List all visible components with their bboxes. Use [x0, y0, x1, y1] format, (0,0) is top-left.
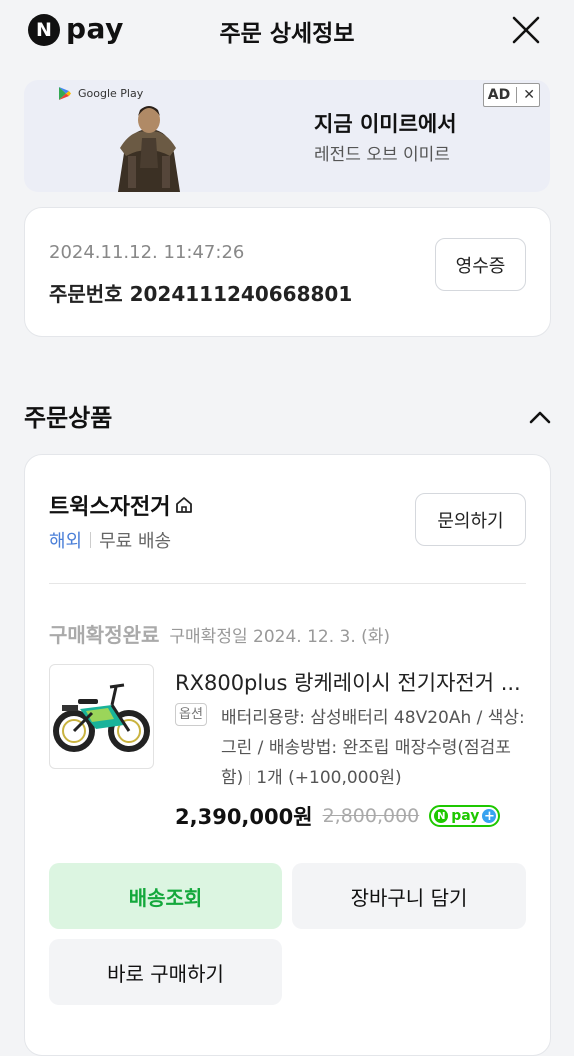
ad-badge: AD ✕: [482, 83, 540, 107]
option-divider: [249, 771, 251, 785]
order-number-value: 2024111240668801: [129, 282, 353, 306]
top-bar: N pay 주문 상세정보: [0, 0, 574, 60]
npay-text: pay: [451, 808, 480, 824]
npay-plus-badge: N pay +: [429, 805, 501, 827]
price-row: 2,390,000원 2,800,000 N pay +: [175, 801, 501, 831]
order-number: 주문번호 2024111240668801: [49, 278, 352, 307]
section-title-ordered-items: 주문상품: [24, 404, 113, 432]
status-label: 구매확정완료: [49, 623, 160, 647]
home-icon: [176, 497, 193, 513]
ad-close-button[interactable]: ✕: [523, 87, 535, 103]
close-icon: [512, 16, 540, 44]
game-character-illustration: [118, 106, 180, 192]
plus-icon: +: [482, 808, 497, 824]
ad-subtitle: 레전드 오브 이미르: [314, 145, 450, 165]
order-number-label: 주문번호: [49, 282, 123, 306]
meta-divider: [90, 532, 92, 548]
store-name-label: 트윅스자전거: [49, 495, 171, 520]
store-divider: [49, 583, 526, 584]
ebike-image: [53, 683, 150, 752]
collapse-toggle[interactable]: [526, 404, 554, 432]
sale-price: 2,390,000원: [175, 805, 313, 829]
option-details: 배터리용량: 삼성배터리 48V20Ah / 색상: 그린 / 배송방법: 완조…: [221, 703, 531, 793]
product-card: 트윅스자전거 해외 무료 배송 문의하기 구매확정완료 구매확정일 2024. …: [24, 454, 551, 1056]
buy-now-button[interactable]: 바로 구매하기: [49, 939, 282, 1005]
order-datetime: 2024.11.12. 11:47:26: [49, 242, 245, 263]
close-button[interactable]: [508, 12, 544, 48]
product-thumbnail[interactable]: [49, 664, 154, 769]
add-to-cart-button[interactable]: 장바구니 담기: [292, 863, 526, 929]
inquiry-button[interactable]: 문의하기: [415, 493, 526, 546]
overseas-tag: 해외: [49, 531, 83, 552]
ad-banner[interactable]: Google Play 지금 이미르에서 레전드 오브 이미르 AD ✕: [24, 80, 550, 192]
confirm-date: 구매확정일 2024. 12. 3. (화): [169, 627, 391, 647]
npay-n-mark: N: [434, 809, 449, 823]
google-play-icon: [59, 87, 71, 100]
shipping-info: 무료 배송: [99, 531, 172, 552]
page-title: 주문 상세정보: [219, 21, 355, 47]
store-meta: 해외 무료 배송: [49, 527, 171, 553]
option-tag: 옵션: [175, 703, 207, 726]
product-name[interactable]: RX800plus 랑케레이시 전기자전거 ...: [175, 667, 525, 697]
chevron-up-icon: [529, 411, 551, 424]
order-info-card: 2024.11.12. 11:47:26 주문번호 20241112406688…: [24, 207, 551, 337]
ad-label: AD: [487, 87, 511, 103]
option-quantity: 1개 (+100,000원): [256, 768, 402, 788]
ad-title: 지금 이미르에서: [314, 112, 457, 136]
track-delivery-button[interactable]: 배송조회: [49, 863, 282, 929]
store-name[interactable]: 트윅스자전거: [49, 489, 194, 521]
ad-badge-divider: [516, 87, 518, 103]
original-price: 2,800,000: [322, 805, 420, 827]
receipt-button[interactable]: 영수증: [435, 238, 526, 291]
purchase-status: 구매확정완료 구매확정일 2024. 12. 3. (화): [49, 619, 390, 648]
